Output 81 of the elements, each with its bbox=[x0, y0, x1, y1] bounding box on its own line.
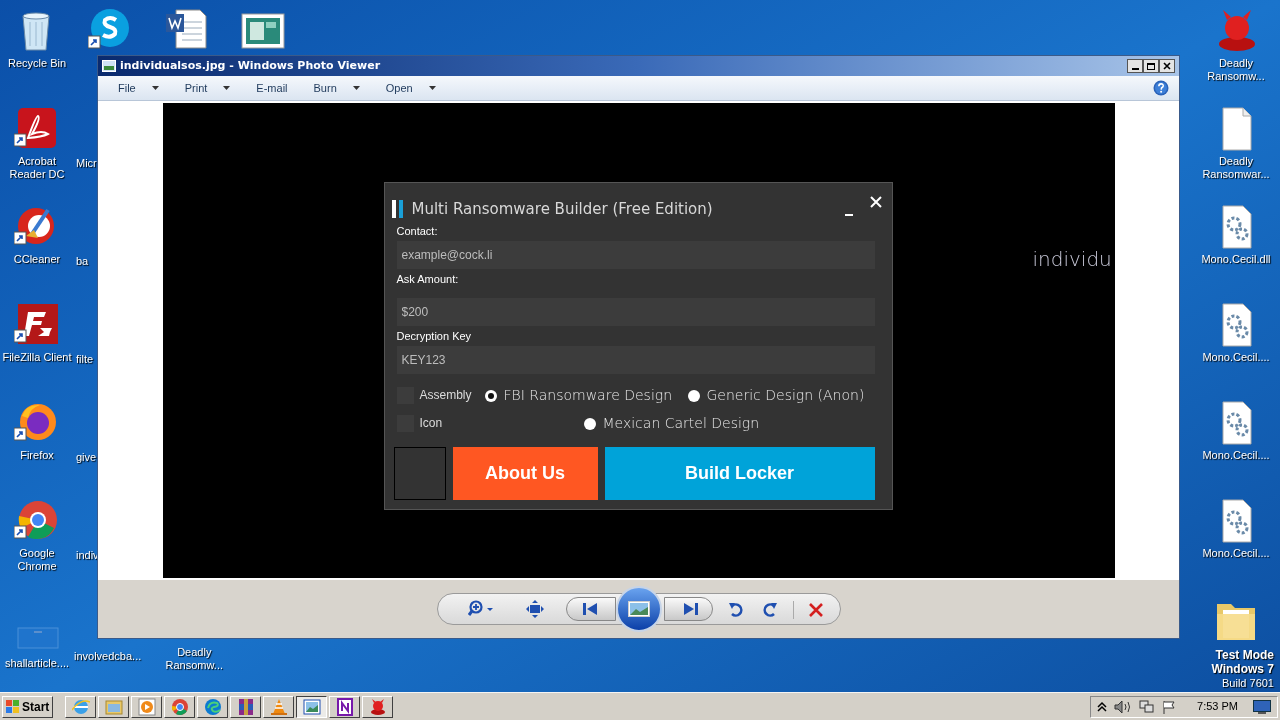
field-label: Decryption Key bbox=[396, 330, 473, 343]
app-icon bbox=[102, 60, 116, 72]
zoom-icon[interactable] bbox=[467, 600, 494, 618]
start-button[interactable]: Start bbox=[2, 695, 54, 718]
image-well bbox=[393, 447, 446, 500]
watermark-text: Test Mode bbox=[1215, 648, 1274, 662]
text-field[interactable]: KEY123 bbox=[396, 346, 875, 374]
desktop-icon-label[interactable]: Micr bbox=[76, 155, 98, 253]
desktop-icon-label[interactable]: Deadly Ransomw... bbox=[161, 646, 228, 672]
radio-button[interactable]: Mexican Cartel Design bbox=[583, 413, 760, 434]
previous-button[interactable] bbox=[565, 597, 616, 621]
taskbar-button[interactable] bbox=[296, 695, 328, 718]
next-button[interactable] bbox=[663, 597, 713, 621]
desktop-icon-label[interactable]: CCleaner bbox=[1, 253, 73, 266]
fit-window-icon[interactable] bbox=[525, 600, 544, 618]
radio-button[interactable]: FBI Ransomware Design bbox=[484, 385, 673, 406]
network-icon[interactable] bbox=[1139, 699, 1156, 714]
rotate-right-icon[interactable] bbox=[761, 601, 778, 618]
show-desktop-icon[interactable] bbox=[1253, 699, 1271, 714]
minimize-button[interactable] bbox=[1127, 59, 1143, 73]
media-player-icon bbox=[137, 697, 156, 716]
devil-icon bbox=[368, 697, 387, 716]
close-icon bbox=[1163, 62, 1171, 70]
checkbox[interactable]: Icon bbox=[396, 414, 443, 432]
previous-icon bbox=[582, 603, 597, 615]
text-field[interactable]: $200 bbox=[396, 298, 875, 326]
field-label: Ask Amount: bbox=[396, 273, 460, 286]
field-label: Contact: bbox=[396, 225, 439, 238]
browser-icon bbox=[170, 697, 189, 716]
desktop-icon-label[interactable]: Mono.Cecil.... bbox=[1200, 449, 1272, 462]
rotate-left-icon[interactable] bbox=[727, 601, 744, 618]
checkbox[interactable]: Assembly bbox=[396, 386, 472, 404]
next-icon bbox=[683, 603, 698, 615]
image-text: individu bbox=[1032, 246, 1112, 273]
desktop-icon-label[interactable]: ba bbox=[76, 253, 98, 351]
menu-button[interactable]: File bbox=[118, 79, 159, 97]
flag-icon[interactable] bbox=[1162, 699, 1177, 714]
delete-icon[interactable] bbox=[807, 602, 824, 618]
archive-icon bbox=[236, 697, 255, 716]
traffic-cone-icon bbox=[269, 697, 288, 716]
desktop-icon-label[interactable]: Firefox bbox=[1, 449, 73, 462]
folder-icon bbox=[104, 697, 123, 716]
about-button[interactable]: About Us bbox=[452, 447, 598, 500]
menu-button[interactable]: Print bbox=[184, 79, 231, 97]
show-hidden-icon[interactable] bbox=[1097, 700, 1108, 713]
close-button[interactable] bbox=[1159, 59, 1175, 73]
desktop-icon-label[interactable]: give bbox=[76, 449, 98, 547]
window-title: individualsos.jpg - Windows Photo Viewer bbox=[120, 57, 382, 74]
desktop-icon-label[interactable]: Acrobat Reader DC bbox=[1, 155, 73, 181]
slideshow-button[interactable] bbox=[615, 586, 662, 632]
clock-time[interactable]: 7:53 PM bbox=[1197, 698, 1238, 715]
desktop-icon-label[interactable]: Recycle Bin bbox=[1, 57, 73, 70]
close-icon[interactable] bbox=[869, 196, 882, 208]
desktop-icon-label[interactable]: FileZilla Client bbox=[1, 351, 73, 364]
watermark-text: Build 7601 bbox=[1222, 676, 1274, 690]
desktop-icon-label[interactable]: Mono.Cecil.dll bbox=[1200, 253, 1272, 266]
desktop-icon-label[interactable]: Mono.Cecil.... bbox=[1200, 351, 1272, 364]
maximize-button[interactable] bbox=[1143, 59, 1159, 73]
text-field[interactable]: example@cock.li bbox=[396, 241, 875, 269]
photo-viewer-icon bbox=[302, 697, 321, 716]
desktop-icon-label[interactable]: Google Chrome bbox=[1, 547, 73, 573]
image-icon bbox=[627, 601, 650, 617]
menu-button[interactable]: E-mail bbox=[256, 79, 288, 97]
desktop-icon-label[interactable]: filte bbox=[76, 351, 98, 449]
windows-logo-icon bbox=[6, 700, 20, 713]
desktop-icon-label[interactable]: Deadly Ransomwar... bbox=[1200, 155, 1272, 181]
desktop-icon-label[interactable]: Deadly Ransomw... bbox=[1200, 57, 1272, 83]
menu-button[interactable]: Open bbox=[385, 79, 436, 97]
help-icon[interactable] bbox=[1153, 80, 1169, 96]
desktop-icon-label[interactable]: involvedcba... bbox=[74, 650, 142, 664]
app-logo-icon bbox=[391, 200, 404, 218]
radio-button[interactable]: Generic Design (Anon) bbox=[687, 385, 865, 406]
desktop-icon-label[interactable]: Mono.Cecil.... bbox=[1200, 547, 1272, 560]
watermark-text: Windows 7 bbox=[1211, 662, 1274, 676]
volume-icon[interactable] bbox=[1114, 699, 1133, 714]
menu-button[interactable]: Burn bbox=[313, 79, 360, 97]
dialog-title: Multi Ransomware Builder (Free Edition) bbox=[411, 198, 714, 220]
browser-icon bbox=[71, 697, 90, 716]
notebook-icon bbox=[335, 697, 354, 716]
desktop-icon-label[interactable]: shallarticle.... bbox=[1, 657, 73, 670]
browser-icon bbox=[203, 697, 222, 716]
